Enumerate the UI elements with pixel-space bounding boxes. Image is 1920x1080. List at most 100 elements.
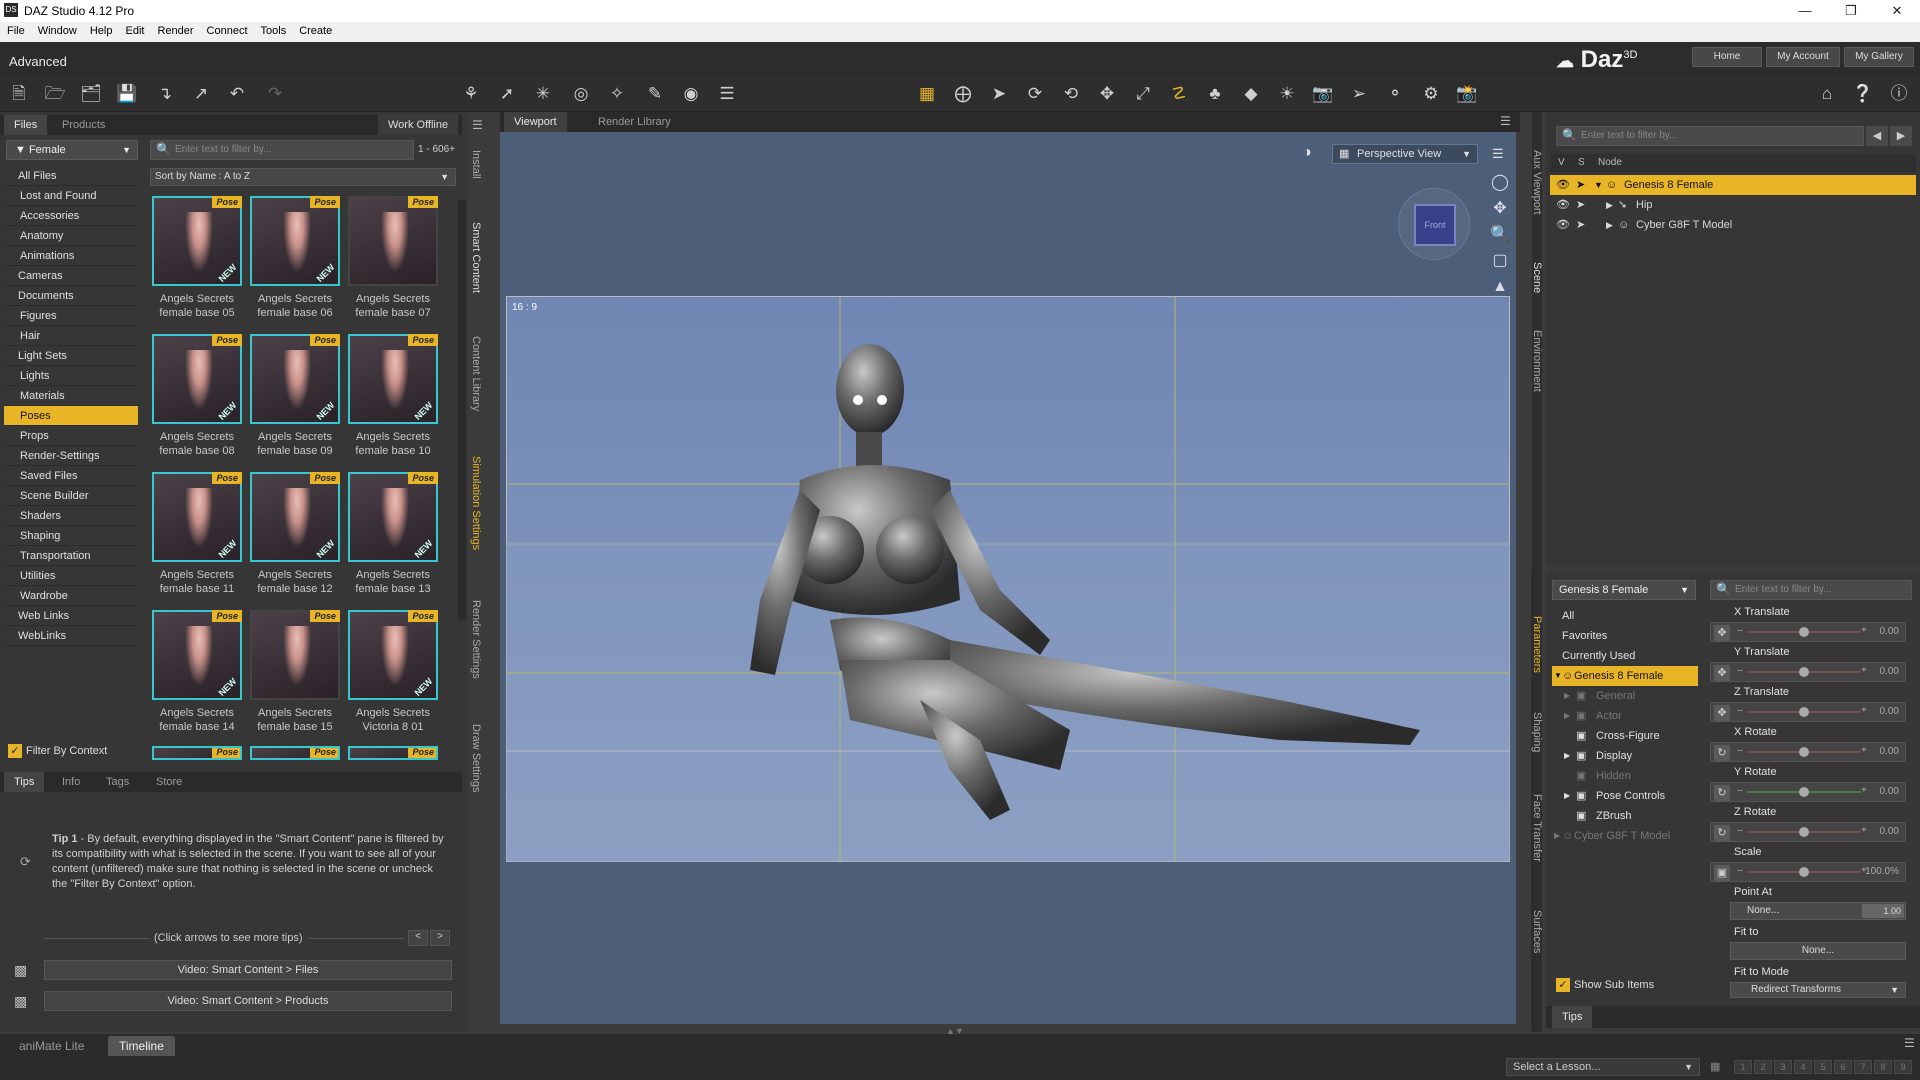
pane-menu-icon[interactable]: ☰ (472, 118, 483, 132)
help-icon[interactable]: ⓘ (1888, 83, 1910, 105)
side-tab-parameters[interactable]: Parameters (1531, 616, 1543, 673)
lesson-step-button[interactable]: 7 (1854, 1060, 1872, 1074)
category-item[interactable]: Lost and Found (4, 186, 138, 206)
export-icon[interactable]: ↗ (190, 83, 212, 105)
view-cube-face[interactable]: Front (1414, 204, 1456, 246)
param-knob[interactable] (1799, 747, 1809, 757)
lesson-step-button[interactable]: 1 (1734, 1060, 1752, 1074)
category-item[interactable]: Shaping (4, 526, 138, 546)
new-file-icon[interactable]: 🗎 (8, 83, 30, 105)
light-tool-icon[interactable]: ✳ (532, 83, 554, 105)
region-icon[interactable]: ◉ (680, 83, 702, 105)
my-gallery-button[interactable]: My Gallery (1844, 47, 1914, 67)
pointer-icon[interactable]: ➤ (1576, 195, 1585, 215)
joint-editor-icon[interactable]: ➚ (496, 83, 518, 105)
point-at-amount[interactable]: 1.00 (1862, 904, 1904, 918)
param-track[interactable]: ↻ – +0.00 (1710, 742, 1906, 762)
open-file-icon[interactable]: 🗁 (44, 83, 66, 105)
fit-to-select[interactable]: None... (1730, 942, 1906, 960)
category-item[interactable]: WebLinks (4, 626, 138, 646)
param-knob[interactable] (1799, 827, 1809, 837)
param-search-input[interactable]: Enter text to filter by... (1710, 580, 1912, 600)
pointer-icon[interactable]: ➤ (1576, 215, 1585, 235)
menu-create[interactable]: Create (292, 22, 338, 37)
list-icon[interactable]: ☰ (716, 83, 738, 105)
scene-next-icon[interactable]: ▶ (1890, 126, 1912, 146)
side-tab-shaping[interactable]: Shaping (1531, 712, 1543, 752)
viewport-menu-icon[interactable]: ☰ (1492, 146, 1504, 162)
surface-select-icon[interactable]: ♣ (1204, 83, 1226, 105)
asset-thumbnail[interactable]: Pose NEW (152, 472, 242, 562)
category-item[interactable]: Accessories (4, 206, 138, 226)
eye-icon[interactable]: 👁 (1556, 195, 1570, 215)
minimize-icon[interactable]: — (1782, 0, 1828, 22)
category-item[interactable]: All Files (4, 166, 138, 186)
menu-edit[interactable]: Edit (118, 22, 150, 37)
save-icon[interactable]: 💾 (116, 83, 138, 105)
side-tab-simulation-settings[interactable]: Simulation Settings (470, 456, 482, 550)
scene-search-input[interactable]: Enter text to filter by... (1556, 126, 1864, 146)
fit-mode-select[interactable]: Redirect Transforms ▼ (1730, 982, 1906, 998)
asset-thumbnail[interactable]: Pose (250, 746, 340, 760)
category-item[interactable]: Materials (4, 386, 138, 406)
param-value[interactable]: 0.00 (1880, 666, 1899, 677)
param-group-item[interactable]: ▶ ☺ Cyber G8F T Model (1552, 826, 1698, 846)
asset-thumbnail[interactable]: Pose NEW (250, 472, 340, 562)
side-tab-render-settings[interactable]: Render Settings (470, 600, 482, 679)
asset-thumbnail[interactable]: Pose (152, 746, 242, 760)
expand-icon[interactable]: ▶ (1564, 686, 1570, 706)
grid-scrollbar[interactable] (458, 200, 466, 620)
param-group-item[interactable]: ▶ ▣ Actor (1552, 706, 1698, 726)
maximize-icon[interactable]: ❐ (1828, 0, 1874, 22)
asset-thumbnail[interactable]: Pose NEW (250, 196, 340, 286)
camera-select[interactable]: ▦ Perspective View ▼ (1332, 144, 1478, 164)
param-track[interactable]: ↻ – +0.00 (1710, 822, 1906, 842)
expand-icon[interactable]: ▶ (1554, 826, 1560, 846)
texture-icon[interactable]: ⚬ (1384, 83, 1406, 105)
category-item[interactable]: Wardrobe (4, 586, 138, 606)
param-group-item[interactable]: Currently Used (1552, 646, 1698, 666)
whats-this-icon[interactable]: ❔ (1852, 83, 1874, 105)
category-item[interactable]: Poses (4, 406, 138, 426)
video-files-button[interactable]: Video: Smart Content > Files (44, 960, 452, 980)
param-group-item[interactable]: ▶ ▣ General (1552, 686, 1698, 706)
asset-thumbnail[interactable]: Pose (250, 610, 340, 700)
category-item[interactable]: Hair (4, 326, 138, 346)
asset-caption[interactable]: Angels Secrets female base 09 (250, 430, 340, 458)
param-value[interactable]: 0.00 (1880, 746, 1899, 757)
asset-caption[interactable]: Angels Secrets female base 07 (348, 292, 438, 320)
expand-icon[interactable]: ▼ (1554, 666, 1562, 686)
merge-file-icon[interactable]: 🗂 (80, 83, 102, 105)
asset-thumbnail[interactable]: Pose NEW (348, 472, 438, 562)
asset-thumbnail[interactable]: Pose (348, 746, 438, 760)
param-value[interactable]: 0.00 (1880, 786, 1899, 797)
next-tip-button[interactable]: > (430, 930, 450, 946)
asset-caption[interactable]: Angels Secrets female base 13 (348, 568, 438, 596)
menu-connect[interactable]: Connect (200, 22, 254, 37)
param-track[interactable]: ✥ – +0.00 (1710, 662, 1906, 682)
tab-render-library[interactable]: Render Library (588, 112, 681, 132)
increment-icon[interactable]: + (1861, 745, 1867, 756)
pointer-icon[interactable]: ➢ (1348, 83, 1370, 105)
rotate-icon[interactable]: ⟲ (1060, 83, 1082, 105)
side-tab-surfaces[interactable]: Surfaces (1531, 910, 1543, 953)
pointer-icon[interactable]: ➤ (1576, 175, 1585, 195)
pane-menu-icon[interactable]: ☰ (1904, 1036, 1915, 1050)
category-item[interactable]: Documents (4, 286, 138, 306)
expand-icon[interactable]: ▶ (1564, 706, 1570, 726)
tab-store[interactable]: Store (146, 772, 192, 792)
decrement-icon[interactable]: – (1737, 745, 1743, 756)
menu-window[interactable]: Window (31, 22, 83, 37)
side-tab-face-transfer[interactable]: Face Transfer (1531, 794, 1543, 862)
decrement-icon[interactable]: – (1737, 665, 1743, 676)
scene-node-cyber[interactable]: 👁 ➤ ▶ ☺ Cyber G8F T Model (1550, 215, 1916, 235)
param-group-item[interactable]: Favorites (1552, 626, 1698, 646)
lesson-step-button[interactable]: 3 (1774, 1060, 1792, 1074)
geometry-editor-icon[interactable]: ◆ (1240, 83, 1262, 105)
asset-thumbnail[interactable]: Pose NEW (152, 610, 242, 700)
filter-context-checkbox[interactable]: ✓ (8, 744, 22, 758)
universal-tool-icon[interactable]: ⨁ (952, 83, 974, 105)
asset-caption[interactable]: Angels Secrets female base 11 (152, 568, 242, 596)
asset-thumbnail[interactable]: Pose NEW (152, 334, 242, 424)
decrement-icon[interactable]: – (1737, 865, 1743, 876)
